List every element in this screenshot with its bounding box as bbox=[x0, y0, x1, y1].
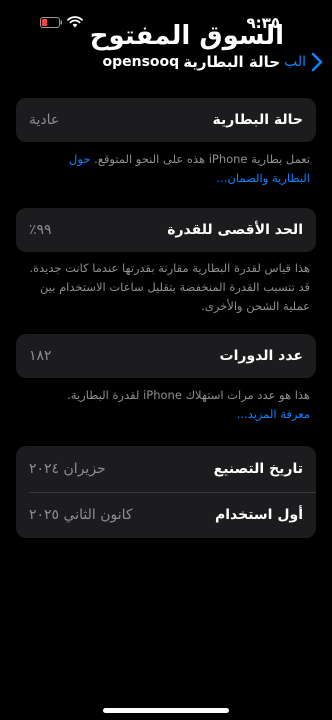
first-use-value: كانون الثاني ٢٠٢٥ bbox=[29, 507, 133, 523]
manufacture-date-value: حزيران ٢٠٢٤ bbox=[29, 461, 106, 477]
battery-info-card: تاريخ التصنيع حزيران ٢٠٢٤ أول استخدام كا… bbox=[16, 446, 316, 538]
nav-title: حالة البطارية bbox=[183, 53, 281, 71]
nav-brand: opensooq bbox=[102, 54, 180, 70]
battery-health-note: تعمل بطارية iPhone هذه على النحو المتوقع… bbox=[28, 150, 310, 188]
battery-icon bbox=[40, 17, 62, 28]
learn-more-link[interactable]: معرفة المزيد... bbox=[237, 407, 310, 421]
battery-health-value: عادية bbox=[29, 112, 60, 128]
wifi-icon bbox=[67, 16, 83, 28]
cycle-count-label: عدد الدورات bbox=[219, 348, 303, 364]
first-use-label: أول استخدام bbox=[214, 507, 303, 523]
max-capacity-row: الحد الأقصى للقدرة ٪٩٩ bbox=[16, 208, 316, 252]
battery-health-row[interactable]: حالة البطارية عادية bbox=[16, 98, 316, 142]
chevron-right-icon[interactable] bbox=[310, 52, 324, 72]
cycle-count-card: عدد الدورات ١٨٢ bbox=[16, 334, 316, 378]
cycle-count-row: عدد الدورات ١٨٢ bbox=[16, 334, 316, 378]
battery-health-note-text: تعمل بطارية iPhone هذه على النحو المتوقع… bbox=[94, 152, 310, 166]
max-capacity-note: هذا قياس لقدرة البطارية مقارنة بقدرتها ع… bbox=[29, 261, 310, 313]
battery-health-card: حالة البطارية عادية bbox=[16, 98, 316, 142]
max-capacity-value: ٪٩٩ bbox=[29, 222, 52, 238]
watermark-logo: السوق المفتوح bbox=[89, 21, 285, 51]
back-label[interactable]: الب bbox=[284, 54, 306, 70]
home-indicator[interactable] bbox=[103, 708, 229, 713]
manufacture-date-label: تاريخ التصنيع bbox=[213, 461, 303, 477]
cycle-count-note: هذا هو عدد مرات استهلاك iPhone لقدرة الب… bbox=[28, 386, 310, 424]
cycle-count-note-text: هذا هو عدد مرات استهلاك iPhone لقدرة الب… bbox=[67, 388, 310, 402]
cycle-count-value: ١٨٢ bbox=[29, 348, 52, 364]
max-capacity-label: الحد الأقصى للقدرة bbox=[167, 222, 303, 238]
battery-health-label: حالة البطارية bbox=[212, 112, 303, 128]
nav-bar: opensooq حالة البطارية الب bbox=[102, 52, 324, 72]
max-capacity-card: الحد الأقصى للقدرة ٪٩٩ bbox=[16, 208, 316, 252]
manufacture-date-row: تاريخ التصنيع حزيران ٢٠٢٤ bbox=[16, 446, 316, 492]
first-use-row: أول استخدام كانون الثاني ٢٠٢٥ bbox=[16, 492, 316, 538]
